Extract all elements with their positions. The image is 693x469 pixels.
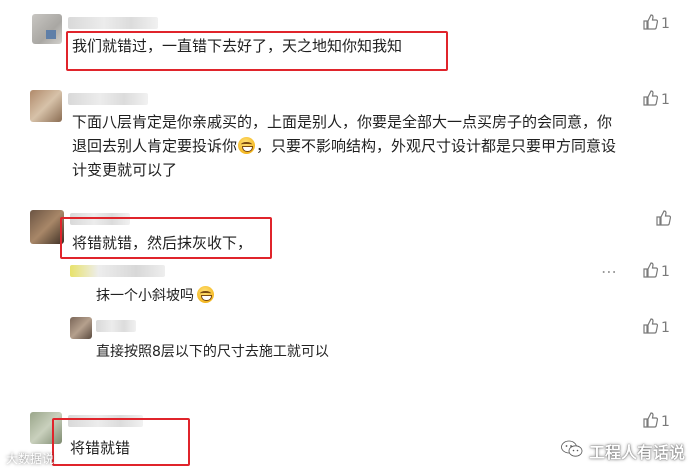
comment-text-line1: 下面八层肯定是你亲戚买的，上面是别人，你要是全部大一点买房子的会同意，你 <box>72 113 613 131</box>
thumbs-up-icon <box>642 262 659 282</box>
like-button[interactable]: 1 <box>642 262 670 282</box>
reply-nickname[interactable] <box>96 320 136 332</box>
thumbs-up-icon <box>642 90 659 110</box>
like-button[interactable]: 1 <box>642 14 670 34</box>
highlight-box <box>52 418 190 466</box>
comment-text-line2-b: ，只要不影响结构，外观尺寸设计都是只要甲方同意设 <box>256 137 617 155</box>
like-button[interactable]: 1 <box>642 318 670 338</box>
thumbs-up-icon <box>642 14 659 34</box>
comment-text-line3: 计变更就可以了 <box>72 161 178 179</box>
account-name: 工程人有话说 <box>588 443 685 462</box>
thumbs-up-icon <box>642 412 659 432</box>
avatar[interactable] <box>32 14 62 44</box>
like-button[interactable]: 1 <box>642 412 670 432</box>
like-count: 1 <box>661 264 670 280</box>
highlight-box <box>66 31 448 71</box>
nickname[interactable] <box>68 93 148 105</box>
grin-emoji-icon <box>197 286 214 303</box>
account-watermark: 工程人有话说 <box>561 439 685 463</box>
like-count: 1 <box>661 414 670 430</box>
avatar[interactable] <box>30 90 62 122</box>
grin-emoji-icon <box>238 137 256 154</box>
avatar[interactable] <box>70 317 92 339</box>
like-count: 1 <box>661 92 670 108</box>
like-button[interactable]: 1 <box>642 90 670 110</box>
highlight-box <box>60 217 272 259</box>
reply-text: 抹一个小斜坡吗 <box>96 286 215 306</box>
reply-text-content: 抹一个小斜坡吗 <box>96 288 194 304</box>
watermark-left: 大数据说 <box>6 452 55 466</box>
avatar[interactable] <box>30 210 64 244</box>
like-count: 1 <box>661 16 670 32</box>
thumbs-up-icon <box>655 210 672 230</box>
thumbs-up-icon <box>642 318 659 338</box>
wechat-logo-icon <box>561 440 583 462</box>
nickname[interactable] <box>68 17 158 29</box>
comment-text-line2-a: 退回去别人肯定要投诉你 <box>72 137 238 155</box>
like-button[interactable] <box>655 210 672 230</box>
reply-text: 直接按照8层以下的尺寸去施工就可以 <box>96 344 329 360</box>
avatar-detail <box>46 30 56 39</box>
like-count: 1 <box>661 320 670 336</box>
comment-text-line2: 退回去别人肯定要投诉你 ，只要不影响结构，外观尺寸设计都是只要甲方同意设 <box>72 134 616 158</box>
reply-nickname[interactable] <box>70 265 165 277</box>
more-dots-icon[interactable]: ⋯ <box>601 262 618 281</box>
